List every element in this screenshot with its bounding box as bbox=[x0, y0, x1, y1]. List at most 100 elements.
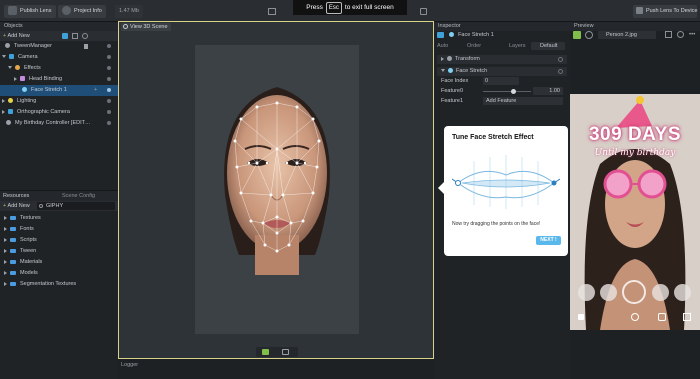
tree-item-effects[interactable]: Effects bbox=[0, 63, 118, 74]
preview-more-icon[interactable]: ••• bbox=[689, 32, 695, 38]
visibility-icon[interactable] bbox=[107, 88, 111, 92]
chevron-right-icon[interactable] bbox=[14, 76, 17, 81]
publish-lens-button[interactable]: Publish Lens bbox=[4, 5, 56, 18]
scene-view[interactable]: View 3D Scene bbox=[118, 21, 434, 359]
tree-item-face-stretch-1[interactable]: Face Stretch 1 + bbox=[0, 85, 118, 96]
add-feature-dropdown[interactable]: Add Feature bbox=[483, 97, 563, 105]
tree-item-lighting[interactable]: Lighting bbox=[0, 96, 118, 107]
inspector-object-name[interactable]: Face Stretch 1 bbox=[458, 32, 494, 38]
resource-folder-segmentation-textures[interactable]: Segmentation Textures bbox=[0, 279, 76, 290]
resource-folder-scripts[interactable]: Scripts bbox=[0, 235, 37, 246]
preview-settings-icon[interactable] bbox=[677, 31, 684, 38]
add-child-icon[interactable]: + bbox=[94, 85, 97, 96]
head-icon bbox=[20, 76, 25, 82]
visibility-icon[interactable] bbox=[107, 44, 111, 48]
lens-explorer-icon[interactable] bbox=[683, 313, 691, 321]
object-enabled-checkbox[interactable] bbox=[437, 31, 444, 38]
preview-media-dropdown[interactable]: Person 2.jpg bbox=[598, 31, 656, 39]
objects-add-new-button[interactable]: + Add New bbox=[3, 32, 30, 40]
share-icon[interactable] bbox=[420, 8, 427, 15]
camera-icon bbox=[9, 54, 14, 60]
folder-icon bbox=[10, 226, 16, 231]
flip-camera-icon[interactable] bbox=[658, 313, 666, 321]
tree-item-camera[interactable]: Camera bbox=[0, 52, 118, 63]
lens-carousel-item-3[interactable] bbox=[652, 284, 669, 301]
visibility-icon[interactable] bbox=[107, 110, 111, 114]
screen-icon[interactable] bbox=[268, 8, 276, 15]
push-lens-button[interactable]: Push Lens To Device bbox=[633, 5, 698, 18]
camera-filter-icon[interactable] bbox=[62, 33, 68, 39]
capture-button[interactable] bbox=[622, 280, 646, 304]
face-index-field[interactable]: 0 bbox=[483, 77, 519, 85]
layer-dropdown[interactable]: Default bbox=[531, 42, 565, 50]
chevron-down-icon bbox=[441, 69, 445, 73]
face-stretch-section-header[interactable]: Face Stretch bbox=[437, 67, 567, 76]
preview-rotate-icon[interactable] bbox=[665, 31, 672, 38]
preview-person-icon[interactable] bbox=[585, 31, 593, 39]
tree-item-head-binding[interactable]: Head Binding bbox=[0, 74, 118, 85]
view-3d-scene-button[interactable]: View 3D Scene bbox=[121, 23, 171, 31]
lens-carousel-item-1[interactable] bbox=[578, 284, 595, 301]
resources-search-input[interactable]: GIPHY bbox=[37, 202, 115, 210]
logger-tab[interactable]: Logger bbox=[121, 362, 138, 368]
project-info-button[interactable]: Project Info bbox=[58, 5, 106, 18]
feature0-value-field[interactable]: 1.00 bbox=[533, 87, 563, 95]
preview-title: Preview bbox=[570, 22, 700, 31]
lock-icon[interactable] bbox=[84, 44, 88, 49]
inspector-object-header: Face Stretch 1 bbox=[437, 31, 567, 40]
visibility-icon[interactable] bbox=[107, 66, 111, 70]
preview-phone-screen[interactable]: 309 DAYS Until my birthday bbox=[570, 94, 700, 330]
visibility-icon[interactable] bbox=[107, 121, 111, 125]
feature0-slider-handle[interactable] bbox=[511, 89, 516, 94]
tree-item-tweenmanager[interactable]: TweenManager bbox=[0, 41, 118, 52]
feature0-row: Feature0 1.00 bbox=[437, 87, 567, 96]
face-image[interactable] bbox=[195, 45, 359, 334]
objects-title: Objects bbox=[0, 22, 118, 31]
resource-folder-models[interactable]: Models bbox=[0, 268, 38, 279]
chevron-down-icon[interactable] bbox=[8, 66, 12, 70]
resources-add-new-button[interactable]: + Add New bbox=[3, 202, 30, 210]
visibility-icon[interactable] bbox=[107, 99, 111, 103]
tab-resources[interactable]: Resources bbox=[3, 192, 29, 200]
tree-item-my-birthday-controller[interactable]: My Birthday Controller [EDIT… bbox=[0, 118, 118, 129]
visibility-icon[interactable] bbox=[107, 55, 111, 59]
sort-icon[interactable] bbox=[82, 33, 88, 39]
settings-icon[interactable] bbox=[558, 57, 563, 62]
inspector-render-row: Auto Order Layers Default bbox=[437, 42, 567, 51]
resource-folder-fonts[interactable]: Fonts bbox=[0, 224, 34, 235]
feature0-slider-track[interactable] bbox=[483, 91, 531, 92]
lens-icon bbox=[8, 6, 17, 16]
face-stretch-icon bbox=[448, 32, 454, 38]
tab-scene-config[interactable]: Scene Config bbox=[62, 192, 95, 200]
tree-item-orthographic-camera[interactable]: Orthographic Camera bbox=[0, 107, 118, 118]
visibility-icon[interactable] bbox=[107, 77, 111, 81]
memories-icon[interactable] bbox=[578, 314, 584, 320]
light-icon bbox=[8, 98, 13, 104]
resource-folder-materials[interactable]: Materials bbox=[0, 257, 42, 268]
overlay-subtitle-text: Until my birthday bbox=[594, 148, 676, 158]
preview-camera-icon[interactable] bbox=[573, 31, 581, 39]
resource-folder-tween[interactable]: Tween bbox=[0, 246, 36, 257]
close-icon[interactable] bbox=[631, 313, 639, 321]
grid-view-icon[interactable] bbox=[72, 33, 78, 39]
resources-panel: Resources Scene Config + Add New GIPHY T… bbox=[0, 190, 118, 379]
lens-carousel-item-4[interactable] bbox=[674, 284, 691, 301]
settings-icon[interactable] bbox=[558, 69, 563, 74]
chevron-right-icon[interactable] bbox=[2, 109, 5, 114]
fullscreen-toast: Press Esc to exit full screen bbox=[293, 0, 407, 15]
lens-carousel-item-2[interactable] bbox=[600, 284, 617, 301]
tooltip-next-button[interactable]: NEXT ! bbox=[536, 236, 561, 245]
tooltip-title: Tune Face Stretch Effect bbox=[452, 134, 534, 141]
chevron-right-icon[interactable] bbox=[2, 98, 5, 103]
folder-icon bbox=[10, 270, 16, 275]
resource-folder-textures[interactable]: Textures bbox=[0, 213, 41, 224]
gizmo-toggle-icon[interactable] bbox=[282, 349, 289, 355]
transform-section-header[interactable]: Transform bbox=[437, 55, 567, 64]
chevron-down-icon[interactable] bbox=[2, 55, 6, 59]
grid-toggle-icon[interactable] bbox=[262, 349, 269, 355]
logger-panel: Logger bbox=[118, 360, 434, 379]
chevron-right-icon bbox=[4, 248, 7, 253]
camera-frame bbox=[195, 45, 359, 334]
camera-icon bbox=[8, 109, 13, 115]
scene-view-toolbar bbox=[256, 347, 298, 357]
